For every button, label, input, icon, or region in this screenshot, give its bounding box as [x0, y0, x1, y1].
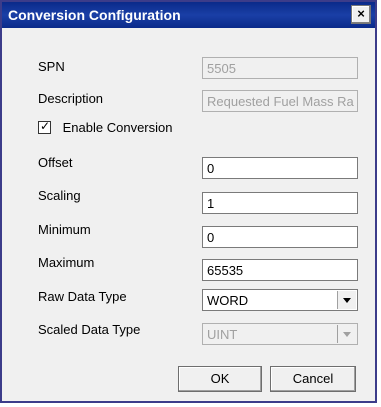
raw-data-type-value: WORD: [207, 293, 249, 308]
offset-field[interactable]: 0: [202, 157, 358, 179]
raw-data-type-select[interactable]: WORD: [202, 289, 358, 311]
scaled-data-type-select: UINT: [202, 323, 358, 345]
chevron-down-icon[interactable]: [337, 291, 356, 309]
maximum-label: Maximum: [38, 255, 95, 270]
maximum-field[interactable]: 65535: [202, 259, 358, 281]
spn-label: SPN: [38, 59, 65, 74]
scaling-label: Scaling: [38, 188, 81, 203]
close-button[interactable]: ×: [351, 5, 371, 24]
close-icon: ×: [357, 6, 365, 21]
minimum-field[interactable]: 0: [202, 226, 358, 248]
scaled-data-type-value: UINT: [207, 327, 238, 342]
minimum-label: Minimum: [38, 222, 91, 237]
ok-button[interactable]: OK: [178, 366, 262, 392]
chevron-down-icon: [337, 325, 356, 343]
description-label: Description: [38, 91, 104, 106]
offset-label: Offset: [38, 155, 73, 170]
cancel-button[interactable]: Cancel: [270, 366, 356, 392]
conversion-configuration-dialog: Conversion Configuration × SPN 5505 Desc…: [0, 0, 377, 403]
description-field: Requested Fuel Mass Ra: [202, 90, 358, 112]
enable-conversion-checkbox[interactable]: [38, 119, 51, 134]
enable-conversion-row[interactable]: Enable Conversion: [38, 119, 173, 135]
title-bar: Conversion Configuration ×: [2, 2, 375, 28]
window-title: Conversion Configuration: [8, 7, 181, 23]
scaling-field[interactable]: 1: [202, 192, 358, 214]
enable-conversion-label: Enable Conversion: [62, 120, 173, 135]
scaled-data-type-label: Scaled Data Type: [38, 322, 141, 337]
raw-data-type-label: Raw Data Type: [38, 289, 127, 304]
spn-field: 5505: [202, 57, 358, 79]
